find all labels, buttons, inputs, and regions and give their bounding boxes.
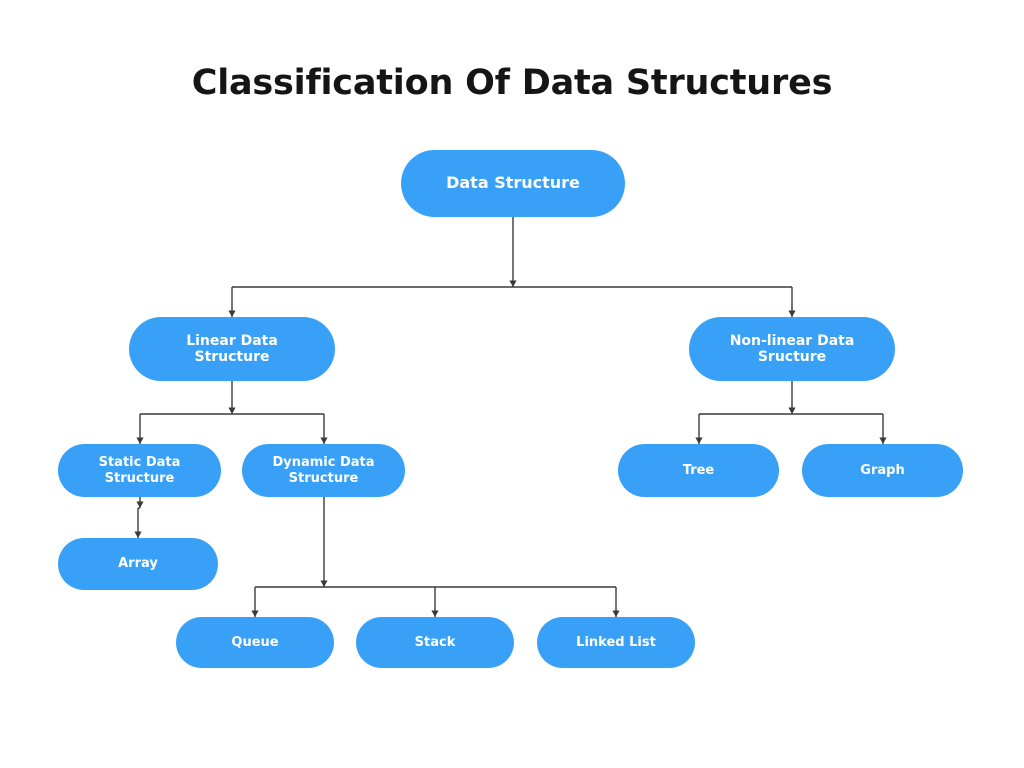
edge-arrow-stem-non-linear-data-structure (788, 407, 796, 414)
edge-arrow-stem-static-data-structure (136, 501, 144, 508)
node-tree[interactable]: Tree (618, 444, 779, 497)
node-linear-data-structure[interactable]: Linear Data Structure (129, 317, 335, 381)
node-stack[interactable]: Stack (356, 617, 514, 668)
node-static-data-structure[interactable]: Static Data Structure (58, 444, 221, 497)
edge-arrow-stem-dynamic-data-structure (320, 580, 328, 587)
page-title: Classification Of Data Structures (191, 63, 833, 103)
node-dynamic-data-structure[interactable]: Dynamic Data Structure (242, 444, 405, 497)
node-linked-list[interactable]: Linked List (537, 617, 695, 668)
node-graph[interactable]: Graph (802, 444, 963, 497)
node-non-linear-data-structure[interactable]: Non-linear Data Sructure (689, 317, 895, 381)
node-data-structure[interactable]: Data Structure (401, 150, 625, 217)
diagram-canvas: Classification Of Data Structures Data S… (0, 0, 1024, 768)
connector-layer (134, 217, 887, 617)
edge-arrow-stem-data-structure (509, 280, 517, 287)
node-array[interactable]: Array (58, 538, 218, 590)
edge-arrow-stem-linear-data-structure (228, 407, 236, 414)
node-queue[interactable]: Queue (176, 617, 334, 668)
